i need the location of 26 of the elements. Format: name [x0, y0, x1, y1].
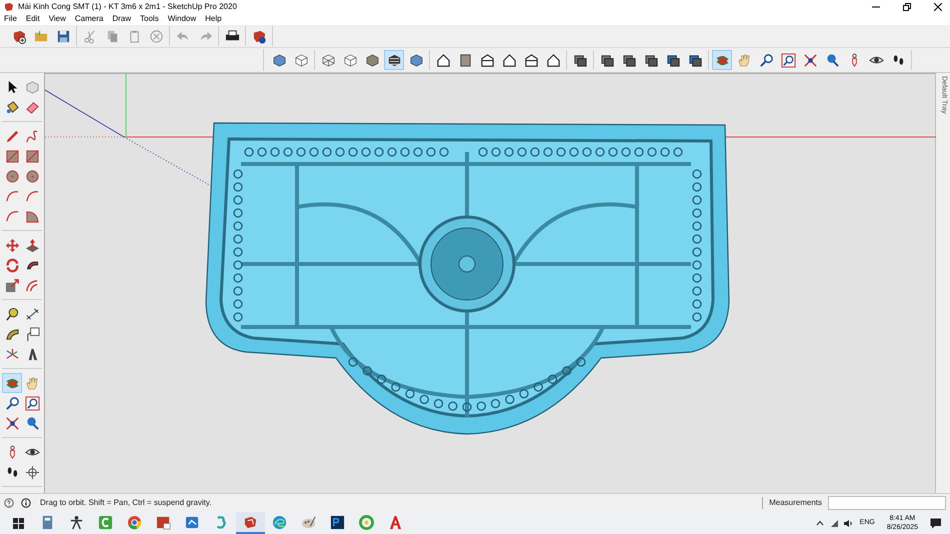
- model-viewport[interactable]: [44, 73, 935, 493]
- menu-item[interactable]: View: [48, 13, 66, 25]
- wifi-icon[interactable]: [830, 518, 839, 528]
- measurements-label: Measurements: [762, 497, 822, 509]
- info-icon[interactable]: [21, 498, 31, 508]
- chevron-up-icon[interactable]: [816, 520, 824, 526]
- textured-cube-icon[interactable]: [384, 50, 404, 70]
- menu-item[interactable]: Draw: [112, 13, 132, 25]
- menu-item[interactable]: Edit: [26, 13, 40, 25]
- status-hint: Drag to orbit. Shift = Pan, Ctrl = suspend gravity.: [40, 497, 212, 509]
- window-title: Mái Kinh Cong SMT (1) - KT 3m6 x 2m1 - SketchUp Pro 2020: [18, 2, 237, 10]
- sketchup-icon[interactable]: [236, 512, 265, 534]
- measurements-field[interactable]: [828, 496, 946, 510]
- menu-item[interactable]: Help: [205, 13, 222, 25]
- speaker-icon[interactable]: [842, 518, 853, 528]
- menu-item[interactable]: Tools: [140, 13, 159, 25]
- orbit-icon[interactable]: [712, 50, 732, 70]
- maximize-icon[interactable]: [903, 2, 911, 10]
- close-icon[interactable]: [934, 2, 942, 10]
- menu-item[interactable]: Window: [168, 13, 196, 25]
- menu-item[interactable]: File: [4, 13, 17, 25]
- help-icon[interactable]: [4, 498, 14, 508]
- notification-icon[interactable]: [930, 518, 942, 528]
- windows-start-icon[interactable]: [13, 518, 24, 528]
- orbit-icon[interactable]: [2, 373, 22, 393]
- menu-item[interactable]: Camera: [74, 13, 104, 25]
